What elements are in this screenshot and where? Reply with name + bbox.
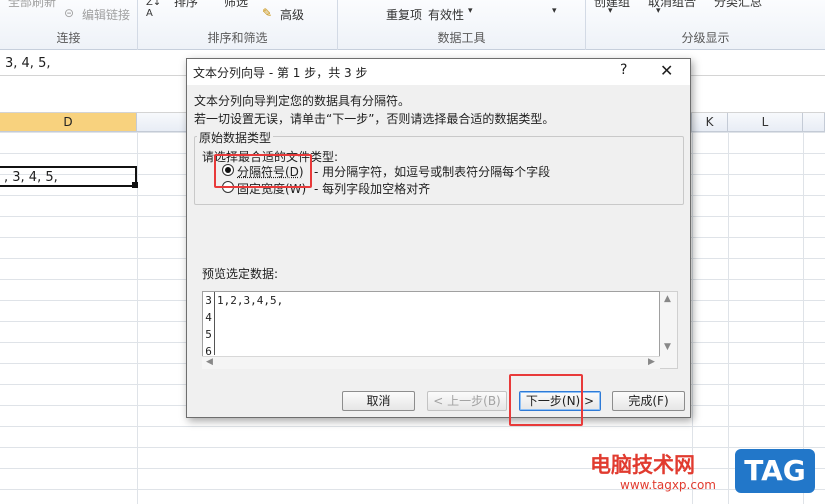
remove-duplicates-button[interactable]: 重复项: [386, 6, 422, 23]
sort-button[interactable]: 排序: [174, 0, 198, 10]
preview-vertical-scrollbar[interactable]: ▲ ▼: [660, 291, 678, 369]
preview-row-number: 5: [203, 326, 215, 343]
group-label-outline: 分级显示: [681, 31, 730, 45]
option-delimited-desc: - 用分隔字符，如逗号或制表符分隔每个字段: [314, 165, 551, 179]
advanced-filter-button[interactable]: 高级: [280, 6, 304, 23]
preview-row-number: 4: [203, 309, 215, 326]
edit-links-button[interactable]: 编辑链接: [82, 6, 130, 23]
chevron-down-icon[interactable]: ▾: [608, 6, 613, 16]
chevron-down-icon[interactable]: ▾: [552, 6, 557, 16]
finish-button[interactable]: 完成(F): [612, 391, 685, 411]
formula-bar-value: 3, 4, 5,: [5, 56, 51, 71]
preview-row-number: 6: [203, 343, 215, 355]
cancel-button[interactable]: 取消: [342, 391, 415, 411]
tag-logo: TAG: [735, 449, 815, 493]
close-icon[interactable]: ✕: [660, 61, 673, 80]
filter-button[interactable]: 筛选: [224, 0, 248, 10]
data-validation-button[interactable]: 有效性: [428, 6, 464, 23]
data-type-legend: 原始数据类型: [197, 129, 274, 146]
subtotal-button[interactable]: 分类汇总: [714, 0, 762, 10]
fill-handle[interactable]: [132, 182, 138, 188]
active-cell[interactable]: , 3, 4, 5,: [0, 166, 137, 187]
highlight-delimited-option: [214, 154, 312, 188]
column-header-l[interactable]: L: [728, 113, 803, 132]
sort-az-icon[interactable]: Z↓ A: [146, 0, 161, 19]
intro-text-1: 文本分列向导判定您的数据具有分隔符。: [194, 94, 411, 108]
group-label-sort-filter: 排序和筛选: [207, 31, 268, 45]
ribbon-group-sort-filter: Z↓ A 排序 筛选 ✎ 高级 排序和筛选: [138, 0, 338, 50]
grid-column-line: [728, 132, 729, 504]
scroll-up-icon[interactable]: ▲: [664, 294, 671, 304]
preview-row-number: 3: [203, 292, 215, 309]
column-header-m[interactable]: [803, 113, 825, 132]
option-fixed-desc: - 每列字段加空格对齐: [314, 182, 431, 196]
column-header-d[interactable]: D: [0, 113, 137, 132]
intro-text-2: 若一切设置无误，请单击“下一步”，否则请选择最合适的数据类型。: [194, 112, 555, 126]
refresh-all-button[interactable]: 全部刷新: [8, 0, 56, 10]
link-icon: ⊝: [64, 6, 75, 20]
column-header-k[interactable]: K: [692, 113, 728, 132]
preview-label: 预览选定数据:: [202, 267, 279, 281]
watermark-url: www.tagxp.com: [620, 478, 716, 492]
chevron-down-icon[interactable]: ▾: [656, 6, 661, 16]
scroll-left-icon[interactable]: ◀: [206, 357, 213, 367]
scroll-down-icon[interactable]: ▼: [664, 342, 671, 352]
scroll-right-icon[interactable]: ▶: [648, 357, 655, 367]
group-label-data-tools: 数据工具: [437, 31, 486, 45]
watermark-text: 电脑技术网: [590, 453, 695, 477]
chevron-down-icon[interactable]: ▾: [468, 6, 473, 16]
ribbon-group-connections: 全部刷新 ⊝ 编辑链接 连接: [0, 0, 138, 50]
preview-row-text: 1,2,3,4,5,: [217, 294, 284, 307]
back-button[interactable]: < 上一步(B): [427, 391, 507, 411]
dialog-title: 文本分列向导 - 第 1 步，共 3 步: [193, 66, 368, 80]
preview-horizontal-scrollbar[interactable]: ◀ ▶: [202, 356, 660, 369]
highlight-next-button: [509, 374, 583, 426]
help-icon[interactable]: ?: [620, 62, 627, 78]
dialog-titlebar[interactable]: 文本分列向导 - 第 1 步，共 3 步 ? ✕: [187, 59, 690, 85]
advanced-filter-icon: ✎: [262, 6, 273, 20]
group-label-connections: 连接: [56, 31, 81, 45]
ribbon-group-data-tools: 重复项 有效性 ▾ ▾ 数据工具: [338, 0, 586, 50]
text-to-columns-dialog: 文本分列向导 - 第 1 步，共 3 步 ? ✕ 文本分列向导判定您的数据具有分…: [186, 58, 691, 418]
ribbon-group-outline: 创建组 取消组合 分类汇总 ▾ ▾ 分级显示: [586, 0, 825, 50]
ribbon: 全部刷新 ⊝ 编辑链接 连接 Z↓ A 排序 筛选 ✎ 高级 排序和筛选 重复项 …: [0, 0, 825, 50]
